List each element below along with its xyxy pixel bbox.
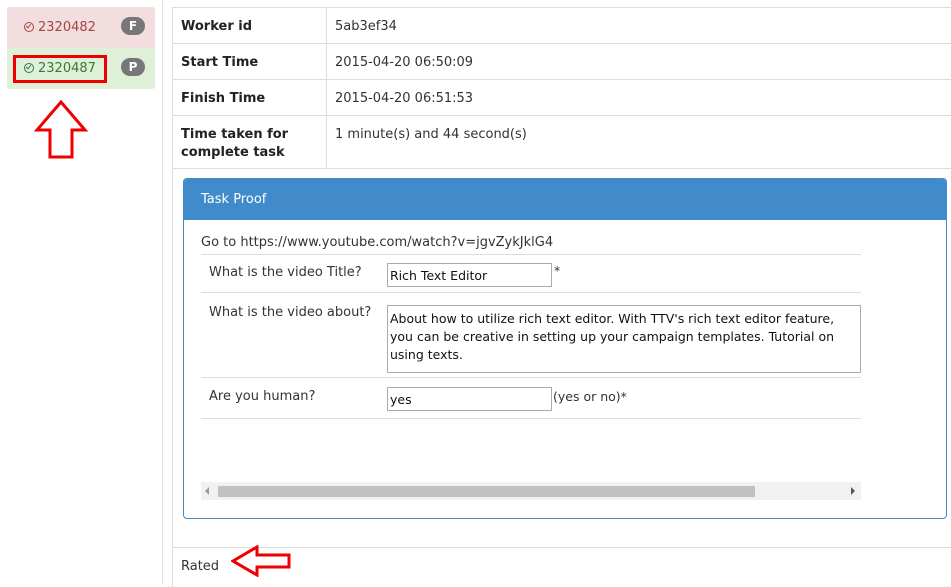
about-text: About how to utilize rich text editor. W… bbox=[390, 311, 835, 362]
required-marker: * bbox=[554, 263, 561, 278]
task-item-failed[interactable]: 2320482 F bbox=[7, 7, 155, 48]
task-proof-panel: Task Proof Go to https://www.youtube.com… bbox=[183, 178, 947, 519]
detail-row: Time taken for complete task 1 minute(s)… bbox=[172, 115, 951, 168]
task-id: 2320482 bbox=[38, 20, 96, 35]
instruction-text: Go to https://www.youtube.com/watch?v=jg… bbox=[201, 235, 554, 250]
task-proof-container: Task Proof Go to https://www.youtube.com… bbox=[172, 168, 951, 547]
highlight-box-annotation bbox=[13, 55, 107, 83]
left-arrow-annotation bbox=[231, 545, 291, 577]
detail-key: Time taken for complete task bbox=[173, 116, 327, 168]
detail-row: Worker id 5ab3ef34 bbox=[172, 7, 951, 43]
detail-row: Start Time 2015-04-20 06:50:09 bbox=[172, 43, 951, 79]
title-input[interactable]: Rich Text Editor bbox=[387, 263, 552, 287]
check-circle-icon bbox=[24, 22, 34, 32]
detail-key: Worker id bbox=[173, 8, 327, 43]
question-label: What is the video Title? bbox=[209, 265, 362, 280]
status-badge: P bbox=[121, 58, 145, 76]
about-textarea[interactable]: About how to utilize rich text editor. W… bbox=[387, 305, 861, 373]
detail-value: 2015-04-20 06:50:09 bbox=[335, 55, 474, 70]
panel-title: Task Proof bbox=[184, 179, 946, 220]
status-badge: F bbox=[121, 17, 145, 35]
scrollbar-thumb[interactable] bbox=[218, 486, 755, 497]
detail-value: 2015-04-20 06:51:53 bbox=[335, 91, 474, 106]
question-row: Are you human? yes (yes or no)* bbox=[201, 377, 861, 419]
question-label: What is the video about? bbox=[209, 305, 372, 320]
task-detail-table: Worker id 5ab3ef34 Start Time 2015-04-20… bbox=[172, 7, 951, 587]
detail-key: Finish Time bbox=[173, 80, 327, 115]
scroll-right-icon[interactable] bbox=[851, 487, 855, 495]
rating-status: Rated bbox=[181, 559, 220, 574]
detail-value: 1 minute(s) and 44 second(s) bbox=[335, 127, 527, 142]
question-row: What is the video Title? Rich Text Edito… bbox=[201, 254, 861, 292]
detail-value: 5ab3ef34 bbox=[335, 19, 397, 34]
scroll-left-icon[interactable] bbox=[205, 487, 209, 495]
proof-form: Go to https://www.youtube.com/watch?v=jg… bbox=[201, 235, 861, 419]
input-hint: (yes or no)* bbox=[553, 389, 627, 404]
task-sidebar: 2320482 F 2320487 P bbox=[0, 0, 163, 584]
task-id-label: 2320482 bbox=[24, 20, 96, 35]
horizontal-scrollbar[interactable] bbox=[201, 482, 861, 500]
question-row: What is the video about? About how to ut… bbox=[201, 292, 861, 377]
detail-key: Start Time bbox=[173, 44, 327, 79]
human-input[interactable]: yes bbox=[387, 387, 552, 411]
up-arrow-annotation bbox=[34, 100, 88, 159]
question-label: Are you human? bbox=[209, 389, 316, 404]
detail-row: Finish Time 2015-04-20 06:51:53 bbox=[172, 79, 951, 115]
